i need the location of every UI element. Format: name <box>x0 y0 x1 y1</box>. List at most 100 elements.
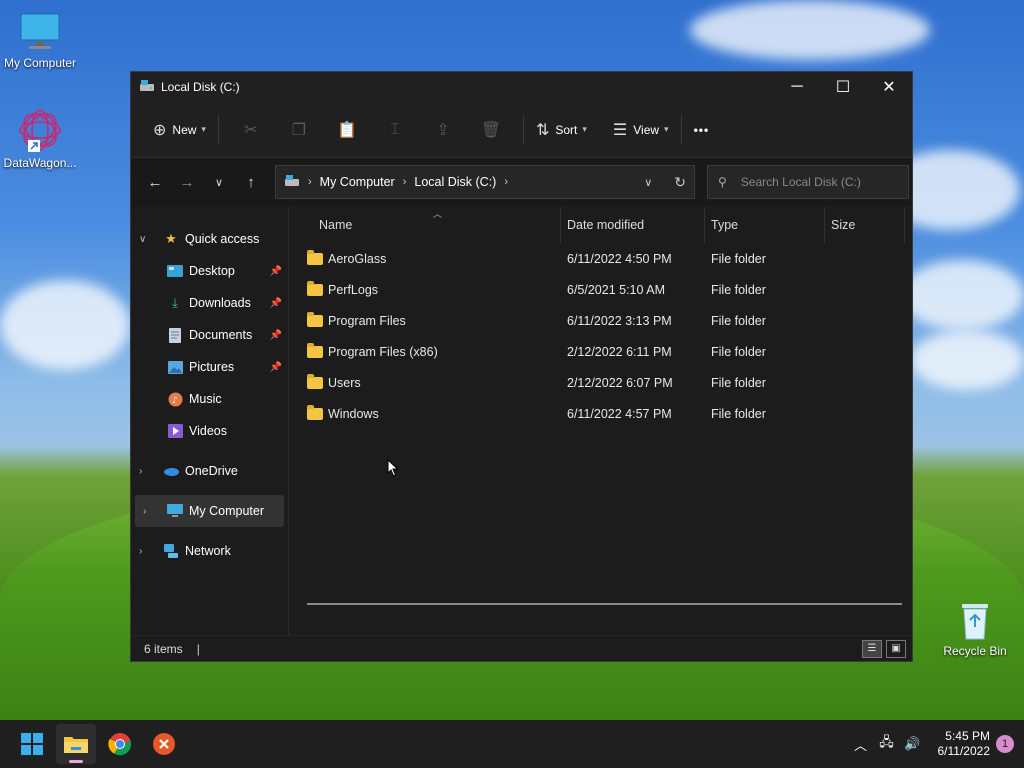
desktop-icon-recycle-bin[interactable]: Recycle Bin <box>935 598 1015 658</box>
taskbar: ︿ 🖧 🔊 5:45 PM 6/11/2022 1 <box>0 720 1024 768</box>
start-button[interactable] <box>12 724 52 764</box>
back-arrow-icon[interactable]: ← <box>139 166 171 198</box>
file-name-cell: AeroGlass <box>307 250 387 266</box>
address-history-chevron-icon[interactable]: ∨ <box>644 176 652 189</box>
desktop-icon-my-computer[interactable]: My Computer <box>0 10 80 70</box>
file-name: Windows <box>328 406 379 421</box>
computer-icon <box>18 10 62 54</box>
plus-circle-icon: ⊕ <box>153 121 167 139</box>
nav-label: Pictures <box>189 360 235 374</box>
file-row[interactable]: Users 2/12/2022 6:07 PM File folder <box>289 367 912 398</box>
nav-desktop[interactable]: Desktop 📌 <box>131 255 288 287</box>
pin-icon[interactable]: 📌 <box>270 362 282 373</box>
network-icon <box>163 543 179 559</box>
search-box[interactable]: ⚲ Search Local Disk (C:) <box>707 165 909 199</box>
toolbar-divider <box>522 114 524 145</box>
sort-button[interactable]: ⇅ Sort ▾ <box>532 114 591 146</box>
star-icon: ★ <box>165 231 177 246</box>
up-arrow-icon[interactable]: ↑ <box>235 166 267 198</box>
share-icon[interactable]: ⇪ <box>419 120 467 140</box>
file-date: 6/11/2022 3:13 PM <box>567 313 672 328</box>
file-name: AeroGlass <box>328 251 387 266</box>
copy-icon[interactable]: ❐ <box>275 120 323 140</box>
close-button[interactable]: ✕ <box>866 72 912 102</box>
nav-pictures[interactable]: Pictures 📌 <box>131 351 288 383</box>
new-button[interactable]: ⊕ New ▾ <box>149 114 210 146</box>
taskbar-file-explorer[interactable] <box>56 724 96 764</box>
datawagon-icon <box>16 106 64 154</box>
address-bar[interactable]: › My Computer › Local Disk (C:) › ∨ ↻ <box>275 165 695 199</box>
folder-icon <box>307 312 323 328</box>
tiles-view-icon[interactable]: ▣ <box>886 639 906 658</box>
cut-icon[interactable]: ✂ <box>227 120 275 140</box>
paste-icon[interactable]: 📋 <box>323 120 371 140</box>
chevron-down-icon: ▾ <box>582 124 587 134</box>
recent-locations-chevron-icon[interactable]: ∨ <box>203 166 235 198</box>
taskbar-chrome[interactable] <box>100 724 140 764</box>
nav-downloads[interactable]: ⤓ Downloads 📌 <box>131 287 288 319</box>
rename-icon[interactable]: ⌶ <box>371 121 419 139</box>
nav-videos[interactable]: Videos <box>131 415 288 447</box>
column-header-size[interactable]: Size <box>825 207 905 243</box>
horizontal-scrollbar[interactable] <box>307 603 902 605</box>
nav-onedrive[interactable]: › OneDrive <box>131 455 288 487</box>
nav-label: Videos <box>189 424 227 438</box>
file-row[interactable]: Windows 6/11/2022 4:57 PM File folder <box>289 398 912 429</box>
forward-arrow-icon[interactable]: → <box>171 166 203 198</box>
nav-music[interactable]: ♪ Music <box>131 383 288 415</box>
more-options-button[interactable]: ••• <box>690 114 714 146</box>
file-type: File folder <box>711 313 766 328</box>
breadcrumb-my-computer[interactable]: My Computer <box>320 175 395 189</box>
pin-icon[interactable]: 📌 <box>270 266 282 277</box>
chevron-right-icon: › <box>139 545 143 557</box>
toolbar-divider <box>680 114 682 145</box>
nav-documents[interactable]: Documents 📌 <box>131 319 288 351</box>
pin-icon[interactable]: 📌 <box>270 298 282 309</box>
chevron-down-icon: ∨ <box>139 233 147 245</box>
volume-icon[interactable]: 🔊 <box>900 736 926 752</box>
taskbar-app-orange[interactable] <box>144 724 184 764</box>
file-row[interactable]: Program Files (x86) 2/12/2022 6:11 PM File… <box>289 336 912 367</box>
folder-icon <box>307 250 323 266</box>
breadcrumb-local-disk[interactable]: Local Disk (C:) <box>414 175 496 189</box>
file-explorer-window: Local Disk (C:) ─ ☐ ✕ ⊕ New ▾ ✂ ❐ 📋 ⌶ ⇪ … <box>130 71 913 662</box>
clock-date: 6/11/2022 <box>937 744 991 758</box>
file-name: Program Files (x86) <box>328 344 438 359</box>
file-row[interactable]: PerfLogs 6/5/2021 5:10 AM File folder <box>289 274 912 305</box>
title-bar[interactable]: Local Disk (C:) ─ ☐ ✕ <box>131 72 912 102</box>
file-row[interactable]: AeroGlass 6/11/2022 4:50 PM File folder <box>289 243 912 274</box>
item-count: 6 items <box>144 641 183 656</box>
close-circle-app-icon <box>153 733 175 755</box>
more-label: ••• <box>693 122 710 137</box>
window-title: Local Disk (C:) <box>161 80 240 94</box>
nav-quick-access[interactable]: ∨ ★ Quick access <box>131 223 288 255</box>
column-header-date[interactable]: Date modified <box>561 207 705 243</box>
nav-network[interactable]: › Network <box>131 535 288 567</box>
clock[interactable]: 5:45 PM 6/11/2022 <box>938 729 991 759</box>
refresh-icon[interactable]: ↻ <box>674 174 686 191</box>
file-name-cell: Program Files (x86) <box>307 343 438 359</box>
file-date: 6/11/2022 4:50 PM <box>567 251 672 266</box>
file-row[interactable]: Program Files 6/11/2022 3:13 PM File folde… <box>289 305 912 336</box>
file-date: 6/11/2022 4:57 PM <box>567 406 672 421</box>
sort-ascending-icon: ︿ <box>433 209 443 219</box>
show-hidden-icons-chevron-icon[interactable]: ︿ <box>848 735 874 754</box>
network-status-icon[interactable]: 🖧 <box>874 733 900 755</box>
mouse-cursor-icon <box>387 459 399 477</box>
column-header-type[interactable]: Type <box>705 207 825 243</box>
details-view-icon[interactable]: ☰ <box>862 639 882 658</box>
nav-my-computer[interactable]: › My Computer <box>135 495 284 527</box>
maximize-button[interactable]: ☐ <box>820 72 866 102</box>
desktop-icon-datawagon[interactable]: DataWagon... <box>0 106 80 170</box>
minimize-button[interactable]: ─ <box>774 72 820 102</box>
pin-icon[interactable]: 📌 <box>270 330 282 341</box>
view-button[interactable]: ☰ View ▾ <box>609 114 673 146</box>
file-name: Program Files <box>328 313 406 328</box>
file-type: File folder <box>711 282 766 297</box>
delete-icon[interactable]: 🗑 <box>467 120 515 140</box>
chevron-down-icon: ▾ <box>201 124 206 134</box>
file-type: File folder <box>711 375 766 390</box>
file-name-cell: Program Files <box>307 312 406 328</box>
notification-badge[interactable]: 1 <box>996 735 1014 753</box>
breadcrumb-separator-icon: › <box>308 176 312 188</box>
